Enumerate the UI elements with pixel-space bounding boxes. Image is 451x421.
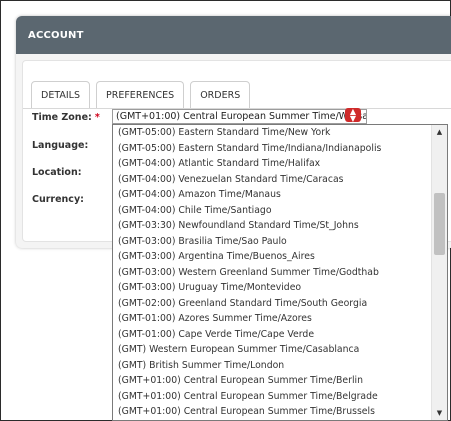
time-zone-option[interactable]: (GMT+01:00) Central European Summer Time… <box>113 389 429 405</box>
time-zone-option[interactable]: (GMT-04:00) Venezuelan Standard Time/Car… <box>113 172 429 188</box>
language-label: Language: <box>32 140 89 151</box>
time-zone-option[interactable]: (GMT-05:00) Eastern Standard Time/Indian… <box>113 141 429 157</box>
scroll-down-arrow-icon[interactable]: ▼ <box>432 406 447 420</box>
time-zone-option[interactable]: (GMT-03:30) Newfoundland Standard Time/S… <box>113 218 429 234</box>
card-title: ACCOUNT <box>28 29 84 41</box>
time-zone-option[interactable]: (GMT-04:00) Chile Time/Santiago <box>113 203 429 219</box>
time-zone-option[interactable]: (GMT-03:00) Brasilia Time/Sao Paulo <box>113 234 429 250</box>
time-zone-dropdown[interactable]: (GMT-05:00) Eastern Standard Time/New Yo… <box>112 124 448 421</box>
tab-bar: DETAILS PREFERENCES ORDERS <box>31 81 251 109</box>
required-mark: * <box>94 112 100 123</box>
time-zone-option[interactable]: (GMT+01:00) Central European Summer Time… <box>113 373 429 389</box>
time-zone-label-text: Time Zone: <box>32 112 92 123</box>
time-zone-option[interactable]: (GMT-04:00) Amazon Time/Manaus <box>113 187 429 203</box>
time-zone-select-value: (GMT+01:00) Central European Summer Time… <box>116 111 367 122</box>
option-list: (GMT-05:00) Eastern Standard Time/New Yo… <box>113 125 447 420</box>
tab-details[interactable]: DETAILS <box>31 81 91 109</box>
time-zone-option[interactable]: (GMT) British Summer Time/London <box>113 358 429 374</box>
card-header: ACCOUNT <box>16 16 451 54</box>
time-zone-option[interactable]: (GMT-04:00) Atlantic Standard Time/Halif… <box>113 156 429 172</box>
time-zone-option[interactable]: (GMT-03:00) Argentina Time/Buenos_Aires <box>113 249 429 265</box>
time-zone-option[interactable]: (GMT) Western European Summer Time/Casab… <box>113 342 429 358</box>
scrollbar-thumb[interactable] <box>434 193 445 255</box>
time-zone-option[interactable]: (GMT-01:00) Cape Verde Time/Cape Verde <box>113 327 429 343</box>
time-zone-option[interactable]: (GMT-05:00) Eastern Standard Time/New Yo… <box>113 125 429 141</box>
time-zone-option[interactable]: (GMT-02:00) Greenland Standard Time/Sout… <box>113 296 429 312</box>
currency-label: Currency: <box>32 194 84 205</box>
scroll-up-arrow-icon[interactable]: ▲ <box>432 125 447 139</box>
tab-preferences[interactable]: PREFERENCES <box>96 81 185 109</box>
time-zone-select[interactable]: (GMT+01:00) Central European Summer Time… <box>112 109 367 124</box>
time-zone-option[interactable]: (GMT-01:00) Azores Summer Time/Azores <box>113 311 429 327</box>
time-zone-option[interactable]: (GMT+01:00) Central European Summer Time… <box>113 404 429 420</box>
time-zone-option[interactable]: (GMT-03:00) Uruguay Time/Montevideo <box>113 280 429 296</box>
tab-orders[interactable]: ORDERS <box>190 81 251 109</box>
time-zone-option[interactable]: (GMT-03:00) Western Greenland Summer Tim… <box>113 265 429 281</box>
time-zone-label: Time Zone: * <box>32 112 100 123</box>
dropdown-scrollbar[interactable]: ▲ ▼ <box>431 125 447 420</box>
chevron-updown-icon[interactable]: ▲ ▼ <box>345 108 361 123</box>
location-label: Location: <box>32 167 82 178</box>
